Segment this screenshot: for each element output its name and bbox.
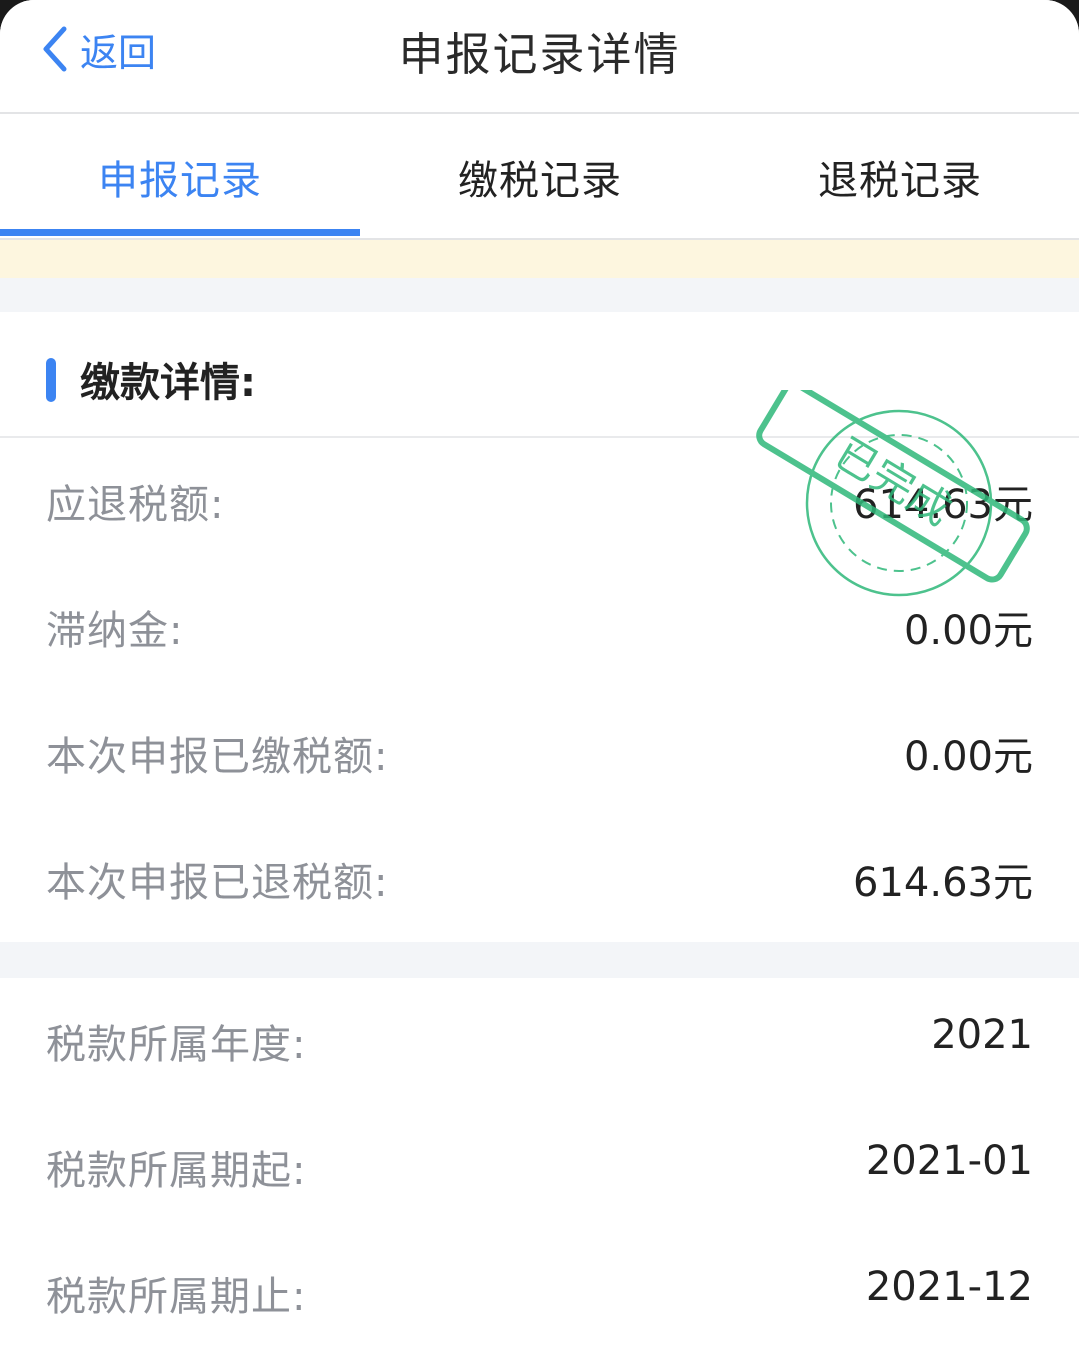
detail-row-period-start: 税款所属期起: 2021-01 — [0, 1104, 1079, 1230]
section-divider — [0, 278, 1079, 312]
row-label: 本次申报已缴税额: — [46, 734, 389, 780]
tab-label: 缴税记录 — [458, 158, 622, 204]
detail-row-late-fee: 滞纳金: 0.00元 — [0, 564, 1079, 690]
row-value: 2021 — [931, 1012, 1033, 1058]
notice-strip — [0, 240, 1079, 278]
detail-row-refund-due: 应退税额: 614.63元 — [0, 438, 1079, 564]
row-value: 614.63元 — [853, 482, 1033, 528]
tab-label: 退税记录 — [818, 158, 982, 204]
detail-row-tax-paid: 本次申报已缴税额: 0.00元 — [0, 690, 1079, 816]
row-label: 本次申报已退税额: — [46, 860, 389, 906]
section-divider — [0, 942, 1079, 978]
row-value: 0.00元 — [903, 734, 1033, 780]
tab-declaration-records[interactable]: 申报记录 — [0, 116, 360, 238]
section-marker — [46, 358, 56, 402]
row-value: 614.63元 — [853, 860, 1033, 906]
page-title: 申报记录详情 — [398, 28, 681, 81]
phone-screen: 返回 申报记录详情 申报记录 缴税记录 退税记录 缴款详情: 应退税额: 614… — [0, 0, 1079, 1349]
row-value: 0.00元 — [903, 608, 1033, 654]
tab-label: 申报记录 — [98, 158, 262, 204]
tab-bar: 申报记录 缴税记录 退税记录 — [0, 116, 1079, 240]
row-label: 税款所属期起: — [46, 1148, 307, 1194]
tab-refund-records[interactable]: 退税记录 — [720, 116, 1079, 238]
detail-row-period-end: 税款所属期止: 2021-12 — [0, 1230, 1079, 1349]
row-value: 2021-01 — [865, 1138, 1033, 1184]
section-title: 缴款详情: — [80, 360, 256, 406]
row-label: 税款所属年度: — [46, 1022, 307, 1068]
row-label: 税款所属期止: — [46, 1274, 307, 1320]
nav-header: 返回 申报记录详情 — [0, 0, 1079, 114]
row-label: 应退税额: — [46, 482, 225, 528]
tab-payment-records[interactable]: 缴税记录 — [360, 116, 720, 238]
row-value: 2021-12 — [865, 1264, 1033, 1310]
active-tab-indicator — [0, 229, 360, 236]
detail-row-tax-refunded: 本次申报已退税额: 614.63元 — [0, 816, 1079, 942]
detail-row-tax-year: 税款所属年度: 2021 — [0, 978, 1079, 1104]
row-label: 滞纳金: — [46, 608, 184, 654]
section-header: 缴款详情: — [0, 312, 1079, 438]
